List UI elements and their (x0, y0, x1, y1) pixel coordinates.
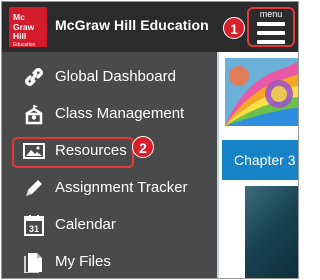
sidebar-item-assignment-tracker[interactable]: Assignment Tracker (2, 170, 217, 206)
sidebar-item-my-files[interactable]: My Files (2, 244, 217, 278)
hamburger-menu-icon (257, 22, 285, 44)
app-title: McGraw Hill Education (55, 17, 209, 33)
sidebar-item-label: Assignment Tracker (55, 179, 188, 196)
callout-badge-1: 1 (223, 17, 245, 39)
sidebar-item-calendar[interactable]: 31 Calendar (2, 207, 217, 243)
file-icon (24, 253, 42, 273)
sidebar-item-label: Class Management (55, 105, 185, 122)
chapter-title: Chapter 3 (234, 152, 296, 168)
sidebar-item-label: Calendar (55, 216, 116, 233)
sidebar-item-class-management[interactable]: Class Management (2, 96, 217, 132)
resources-highlight-box (12, 137, 134, 168)
calendar-icon: 31 (24, 215, 44, 236)
school-building-icon (25, 105, 43, 125)
calendar-icon-number: 31 (29, 224, 39, 234)
sidebar-nav: Global Dashboard Class Management Resour… (2, 52, 217, 278)
menu-button[interactable]: menu (247, 7, 295, 47)
chapter-header-bar[interactable]: Chapter 3 (222, 140, 298, 180)
sidebar-item-label: Global Dashboard (55, 68, 176, 85)
logo-line-3: Hill (13, 31, 27, 41)
link-icon (25, 68, 43, 86)
sidebar-item-label: My Files (55, 253, 111, 270)
menu-caption: menu (259, 9, 283, 19)
mcgraw-hill-logo[interactable]: Mc Graw Hill Education (9, 7, 47, 48)
logo-line-4: Education (13, 41, 36, 48)
pencil-icon (26, 180, 42, 196)
sidebar-item-global-dashboard[interactable]: Global Dashboard (2, 59, 217, 95)
chapter-cover-image (237, 186, 298, 278)
rainbow-banner-image (225, 58, 298, 126)
app-window: Mc Graw Hill Education McGraw Hill Educa… (1, 1, 299, 279)
top-header: Mc Graw Hill Education McGraw Hill Educa… (2, 2, 298, 52)
callout-badge-2: 2 (132, 136, 154, 158)
main-content-peek: Chapter 3 (217, 52, 298, 278)
